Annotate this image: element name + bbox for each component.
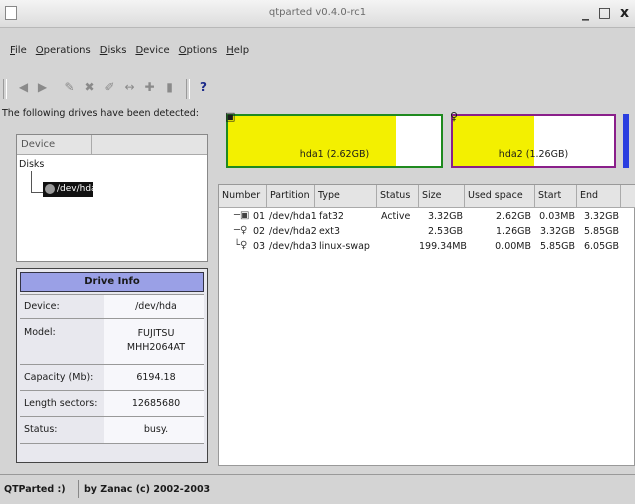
whats-this-icon[interactable]: ? — [196, 80, 211, 97]
table-row[interactable]: ─▣ 01 /dev/hda1 fat32 Active 3.32GB 2.62… — [219, 210, 635, 224]
column-header-number[interactable]: Number — [219, 185, 267, 207]
drive-info-value: busy. — [143, 424, 169, 435]
partition-type-icon: ♀ — [450, 110, 459, 123]
drive-info-key: Device: — [24, 301, 60, 312]
partition-block-hda1[interactable]: ▣ hda1 (2.62GB) — [225, 110, 443, 168]
detected-drives-label: The following drives have been detected: — [2, 108, 199, 119]
table-row[interactable]: └♀ 03 /dev/hda3 linux-swap 199.34MB 0.00… — [219, 240, 635, 254]
table-header: Number Partition Type Status Size Used s… — [219, 185, 635, 208]
cell-number: 01 — [253, 211, 266, 222]
tree-node-label: /dev/hda — [57, 184, 97, 194]
partition-table: Number Partition Type Status Size Used s… — [218, 184, 635, 466]
drive-info-key: Model: — [24, 327, 56, 338]
cell-type: ext3 — [319, 226, 341, 237]
cell-end: 6.05GB — [583, 241, 619, 252]
back-icon[interactable]: ◀ — [16, 80, 31, 97]
drive-info-title: Drive Info — [20, 272, 204, 292]
menu-help[interactable]: Help — [226, 45, 249, 63]
tree-node-disks[interactable]: Disks — [19, 159, 44, 170]
status-app-name: QTParted :) — [4, 484, 66, 495]
drive-info-row-model: Model: FUJITSU MHH2064AT — [20, 318, 204, 365]
cell-type: fat32 — [319, 211, 344, 222]
cell-size: 3.32GB — [427, 211, 463, 222]
cell-used-space: 1.26GB — [495, 226, 531, 237]
cell-end: 3.32GB — [583, 211, 619, 222]
partition-block-label: hda2 (1.26GB) — [498, 149, 569, 160]
column-header-partition[interactable]: Partition — [267, 185, 315, 207]
window-controls[interactable]: _ □ x — [582, 5, 631, 21]
swap-partition-icon: └♀ — [234, 240, 248, 251]
drive-info-key: Status: — [24, 424, 58, 435]
tree-branch-line — [31, 192, 43, 193]
partition-block-hda3[interactable] — [623, 114, 629, 168]
forward-icon[interactable]: ▶ — [35, 80, 50, 97]
move-icon[interactable]: ↔ — [122, 80, 137, 97]
column-header-size[interactable]: Size — [419, 185, 465, 207]
ext3-partition-icon: ─♀ — [234, 225, 248, 236]
device-tree[interactable]: Device Disks /dev/hda — [16, 134, 208, 262]
resize-icon[interactable]: ✎ — [62, 80, 77, 97]
drive-info-value: 12685680 — [131, 398, 181, 409]
cell-start: 0.03MB — [539, 211, 575, 222]
cell-partition: /dev/hda3 — [269, 241, 317, 252]
cell-start: 3.32GB — [539, 226, 575, 237]
column-header-status[interactable]: Status — [377, 185, 419, 207]
cell-type: linux-swap — [319, 241, 370, 252]
menu-operations[interactable]: Operations — [36, 45, 91, 63]
menu-device[interactable]: Device — [135, 45, 169, 63]
delete-icon[interactable]: ✖ — [82, 80, 97, 97]
cell-partition: /dev/hda2 — [269, 226, 317, 237]
partition-block-hda2[interactable]: ♀ hda2 (1.26GB) — [450, 110, 616, 168]
cell-used-space: 2.62GB — [495, 211, 531, 222]
column-header-type[interactable]: Type — [315, 185, 377, 207]
hard-disk-icon — [45, 184, 55, 194]
cell-start: 5.85GB — [539, 241, 575, 252]
drive-info-value: 6194.18 — [136, 372, 176, 383]
partition-map: ▣ hda1 (2.62GB) ♀ hda2 (1.26GB) — [218, 108, 635, 174]
toolbar-separator — [186, 79, 190, 99]
partition-block-label: hda1 (2.62GB) — [299, 149, 370, 160]
drive-info-row-length: Length sectors: 12685680 — [20, 390, 204, 417]
tree-branch-line — [31, 171, 32, 193]
drive-info-key: Length sectors: — [24, 398, 98, 409]
menu-disks[interactable]: Disks — [100, 45, 127, 63]
menu-bar: File Operations Disks Device Options Hel… — [0, 45, 635, 63]
drive-info-key: Capacity (Mb): — [24, 372, 94, 383]
tree-node-dev-hda[interactable]: /dev/hda — [43, 182, 97, 197]
cell-number: 02 — [253, 226, 266, 237]
cell-status: Active — [381, 211, 411, 222]
window-title: qtparted v0.4.0-rc1 — [268, 7, 367, 18]
add-icon[interactable]: ✚ — [142, 80, 157, 97]
cell-partition: /dev/hda1 — [269, 211, 317, 222]
status-divider — [78, 480, 79, 498]
drive-info-row-capacity: Capacity (Mb): 6194.18 — [20, 364, 204, 391]
column-header-end[interactable]: End — [577, 185, 621, 207]
column-header-used-space[interactable]: Used space — [465, 185, 535, 207]
title-bar[interactable]: qtparted v0.4.0-rc1 _ □ x — [0, 0, 635, 28]
status-credit: by Zanac (c) 2002-2003 — [84, 484, 211, 495]
fat32-partition-icon: ─▣ — [234, 210, 250, 221]
drive-info-value: /dev/hda — [135, 301, 177, 312]
drive-info-panel: Drive Info Device: /dev/hda Model: FUJIT… — [16, 268, 208, 463]
cell-end: 5.85GB — [583, 226, 619, 237]
cell-used-space: 0.00MB — [495, 241, 531, 252]
status-bar: QTParted :) by Zanac (c) 2002-2003 — [0, 474, 635, 504]
drive-info-value: FUJITSU MHH2064AT — [126, 328, 186, 353]
cell-number: 03 — [253, 241, 266, 252]
drive-info-row-device: Device: /dev/hda — [20, 294, 204, 319]
toolbar-grip — [3, 79, 7, 99]
drive-info-row-status: Status: busy. — [20, 416, 204, 444]
table-row[interactable]: ─♀ 02 /dev/hda2 ext3 2.53GB 1.26GB 3.32G… — [219, 225, 635, 239]
cell-size: 199.34MB — [419, 241, 467, 252]
column-header-start[interactable]: Start — [535, 185, 577, 207]
trash-icon[interactable]: ▮ — [162, 80, 177, 97]
menu-options[interactable]: Options — [179, 45, 218, 63]
edit-icon[interactable]: ✐ — [102, 80, 117, 97]
partition-type-icon: ▣ — [225, 110, 236, 123]
cell-size: 2.53GB — [427, 226, 463, 237]
device-column-header[interactable]: Device — [17, 135, 207, 155]
menu-file[interactable]: File — [10, 45, 27, 63]
toolbar: ◀ ▶ ✎ ✖ ✐ ↔ ✚ ▮ ? — [0, 76, 635, 102]
